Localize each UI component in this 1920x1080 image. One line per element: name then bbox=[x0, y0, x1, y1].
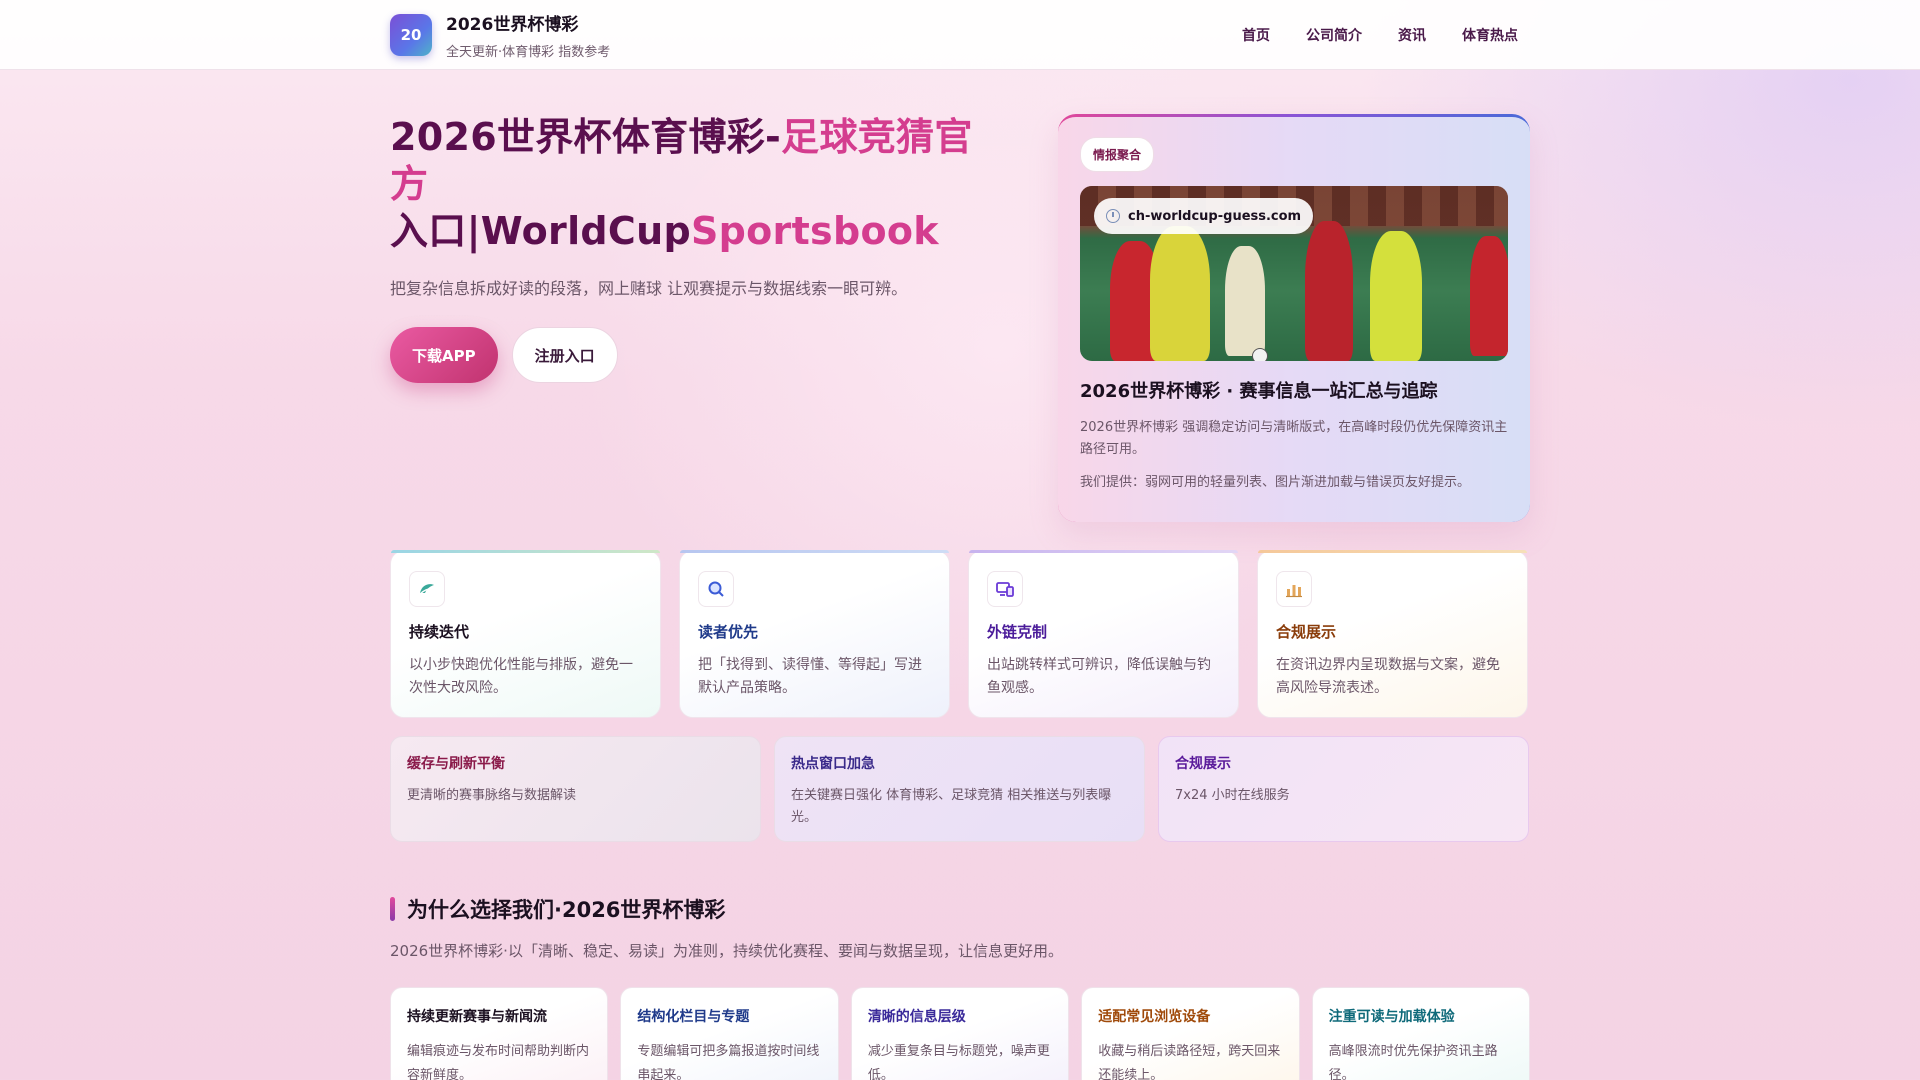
register-button[interactable]: 注册入口 bbox=[511, 327, 618, 383]
search-icon bbox=[698, 571, 734, 607]
highlight-card-compliance: 合规展示 7x24 小时在线服务 bbox=[1158, 736, 1529, 842]
feature-card-outlinks: 外链克制 出站跳转样式可辨识，降低误触与钓鱼观感。 bbox=[968, 550, 1239, 718]
highlight-desc: 7x24 小时在线服务 bbox=[1175, 788, 1290, 803]
chart-icon bbox=[1276, 571, 1312, 607]
download-app-button[interactable]: 下载APP bbox=[390, 327, 498, 383]
why-card-desc: 专题编辑可把多篇报道按时间线串起来。 bbox=[637, 1044, 820, 1080]
feature-title: 合规展示 bbox=[1276, 623, 1337, 641]
why-card-desc: 编辑痕迹与发布时间帮助判断内容新鲜度。 bbox=[407, 1044, 590, 1080]
highlight-desc: 在关键赛日强化 体育博彩、足球竞猜 相关推送与列表曝光。 bbox=[791, 788, 1112, 825]
why-us-section: 为什么选择我们·2026世界杯博彩 2026世界杯博彩·以「清晰、稳定、易读」为… bbox=[390, 894, 1531, 1080]
player-figure bbox=[1305, 221, 1353, 361]
highlight-title: 热点窗口加急 bbox=[791, 756, 875, 772]
hero-buttons: 下载APP 注册入口 bbox=[390, 327, 980, 383]
brand-subtitle: 全天更新·体育博彩 指数参考 bbox=[446, 45, 611, 60]
nav-home[interactable]: 首页 bbox=[1242, 25, 1270, 45]
feature-card-iteration: 持续迭代 以小步快跑优化性能与排版，避免一次性大改风险。 bbox=[390, 550, 661, 718]
hero-title-part1: 2026世界杯体育博彩- bbox=[390, 115, 782, 159]
why-card: 适配常见浏览设备 收藏与稍后读路径短，跨天回来还能续上。 bbox=[1081, 987, 1300, 1080]
highlight-desc: 更清晰的赛事脉络与数据解读 bbox=[407, 788, 577, 803]
highlight-title: 合规展示 bbox=[1175, 756, 1231, 772]
why-card-desc: 减少重复条目与标题党，噪声更低。 bbox=[867, 1044, 1050, 1080]
feature-card-reader: 读者优先 把「找得到、读得懂、等得起」写进默认产品策略。 bbox=[679, 550, 950, 718]
highlight-title: 缓存与刷新平衡 bbox=[407, 756, 505, 772]
feature-desc: 把「找得到、读得懂、等得起」写进默认产品策略。 bbox=[698, 657, 922, 696]
feature-desc: 以小步快跑优化性能与排版，避免一次性大改风险。 bbox=[409, 657, 633, 696]
why-card-title: 适配常见浏览设备 bbox=[1098, 1009, 1211, 1025]
clock-icon bbox=[1106, 209, 1120, 223]
why-card: 持续更新赛事与新闻流 编辑痕迹与发布时间帮助判断内容新鲜度。 bbox=[390, 987, 609, 1080]
devices-icon bbox=[987, 571, 1023, 607]
intel-card-paragraph: 2026世界杯博彩 强调稳定访问与清晰版式，在高峰时段仍优先保障资讯主路径可用。 bbox=[1080, 420, 1508, 457]
url-text: ch-worldcup-guess.com bbox=[1128, 208, 1302, 224]
highlight-card-hot-window: 热点窗口加急 在关键赛日强化 体育博彩、足球竞猜 相关推送与列表曝光。 bbox=[774, 736, 1145, 842]
hero-description: 把复杂信息拆成好读的段落，网上赌球 让观赛提示与数据线索一眼可辨。 bbox=[390, 279, 908, 298]
nav-sports-hot[interactable]: 体育热点 bbox=[1462, 25, 1518, 45]
why-card-title: 清晰的信息层级 bbox=[867, 1009, 966, 1025]
nav-about[interactable]: 公司简介 bbox=[1306, 25, 1362, 45]
player-figure bbox=[1470, 236, 1508, 356]
hero-title: 2026世界杯体育博彩-足球竞猜官方 入口|WorldCupSportsbook bbox=[390, 114, 980, 255]
main-nav: 首页 公司简介 资讯 体育热点 bbox=[1242, 25, 1518, 45]
feature-desc: 出站跳转样式可辨识，降低误触与钓鱼观感。 bbox=[987, 657, 1211, 696]
intel-tag: 情报聚合 bbox=[1080, 137, 1155, 172]
feature-title: 外链克制 bbox=[987, 623, 1048, 641]
site-header: 20 2026世界杯博彩 全天更新·体育博彩 指数参考 首页 公司简介 资讯 体… bbox=[0, 0, 1920, 70]
football-photo: ch-worldcup-guess.com bbox=[1080, 186, 1508, 361]
why-card: 注重可读与加载体验 高峰限流时优先保护资讯主路径。 bbox=[1311, 987, 1531, 1080]
why-card-title: 注重可读与加载体验 bbox=[1328, 1009, 1455, 1025]
feature-title: 持续迭代 bbox=[409, 623, 470, 641]
why-card-title: 持续更新赛事与新闻流 bbox=[407, 1009, 547, 1025]
url-pill[interactable]: ch-worldcup-guess.com bbox=[1094, 198, 1314, 234]
why-us-grid: 持续更新赛事与新闻流 编辑痕迹与发布时间帮助判断内容新鲜度。 结构化栏目与专题 … bbox=[390, 987, 1531, 1080]
title-accent-bar bbox=[390, 897, 395, 921]
why-card-title: 结构化栏目与专题 bbox=[637, 1009, 750, 1025]
football-ball bbox=[1252, 348, 1268, 361]
hero-title-part4: Sportsbook bbox=[690, 209, 939, 253]
why-us-description: 2026世界杯博彩·以「清晰、稳定、易读」为准则，持续优化赛程、要闻与数据呈现，… bbox=[390, 942, 1063, 960]
why-card-desc: 收藏与稍后读路径短，跨天回来还能续上。 bbox=[1098, 1044, 1281, 1080]
hero-title-part3: 入口|WorldCup bbox=[390, 209, 691, 253]
feature-card-compliance: 合规展示 在资讯边界内呈现数据与文案，避免高风险导流表述。 bbox=[1257, 550, 1528, 718]
brand: 2026世界杯博彩 全天更新·体育博彩 指数参考 bbox=[446, 10, 610, 60]
brand-name[interactable]: 2026世界杯博彩 bbox=[446, 10, 610, 35]
highlights-row: 缓存与刷新平衡 更清晰的赛事脉络与数据解读 热点窗口加急 在关键赛日强化 体育博… bbox=[390, 736, 1530, 842]
features-row: 持续迭代 以小步快跑优化性能与排版，避免一次性大改风险。 读者优先 把「找得到、… bbox=[390, 550, 1530, 718]
feature-desc: 在资讯边界内呈现数据与文案，避免高风险导流表述。 bbox=[1276, 657, 1500, 696]
why-card: 清晰的信息层级 减少重复条目与标题党，噪声更低。 bbox=[850, 987, 1070, 1080]
logo-badge[interactable]: 20 bbox=[390, 14, 432, 56]
hero-left: 2026世界杯体育博彩-足球竞猜官方 入口|WorldCupSportsbook… bbox=[390, 114, 980, 522]
player-figure bbox=[1225, 246, 1265, 356]
intel-card-paragraph-2: 我们提供：弱网可用的轻量列表、图片渐进加载与错误页友好提示。 bbox=[1080, 475, 1471, 490]
player-figure bbox=[1150, 226, 1210, 361]
hero-section: 2026世界杯体育博彩-足球竞猜官方 入口|WorldCupSportsbook… bbox=[390, 114, 1530, 522]
nav-news[interactable]: 资讯 bbox=[1398, 25, 1426, 45]
highlight-card-cache: 缓存与刷新平衡 更清晰的赛事脉络与数据解读 bbox=[390, 736, 761, 842]
why-us-title: 为什么选择我们·2026世界杯博彩 bbox=[390, 894, 1530, 924]
why-card-desc: 高峰限流时优先保护资讯主路径。 bbox=[1328, 1044, 1498, 1080]
why-us-title-text: 为什么选择我们·2026世界杯博彩 bbox=[407, 898, 726, 922]
leaf-icon bbox=[409, 571, 445, 607]
player-figure bbox=[1370, 231, 1422, 361]
intel-card-title: 2026世界杯博彩 · 赛事信息一站汇总与追踪 bbox=[1080, 381, 1438, 402]
feature-title: 读者优先 bbox=[698, 623, 759, 641]
intel-card: 情报聚合 ch-worldcup-guess.com 2026世界杯博彩 · 赛… bbox=[1058, 114, 1530, 522]
why-card: 结构化栏目与专题 专题编辑可把多篇报道按时间线串起来。 bbox=[620, 987, 839, 1080]
